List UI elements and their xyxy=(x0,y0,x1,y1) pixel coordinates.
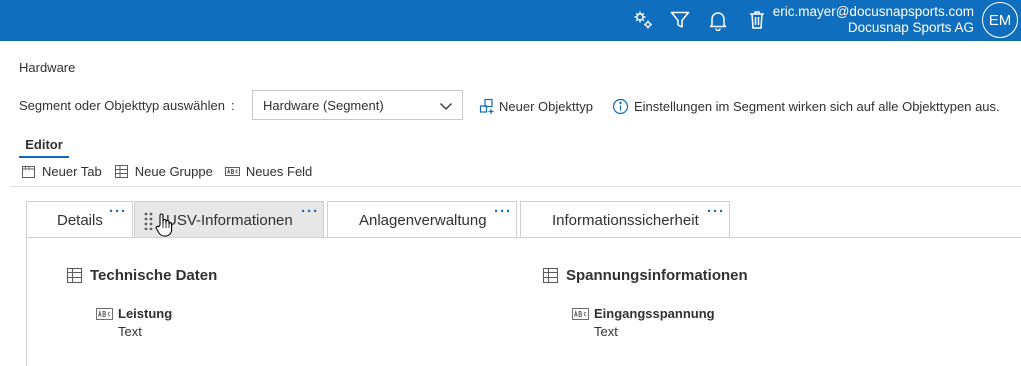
text-field-icon xyxy=(224,166,240,176)
new-tab-button[interactable]: Neuer Tab xyxy=(21,164,102,179)
group-technische-daten[interactable]: Technische Daten xyxy=(66,267,217,284)
info-text: Einstellungen im Segment wirken sich auf… xyxy=(634,98,1000,114)
editor-toolbar: Neuer Tab Neue Gruppe Neues Feld xyxy=(21,161,324,181)
top-bar: eric.mayer@docusnapsports.com Docusnap S… xyxy=(0,0,1021,41)
new-tab-icon xyxy=(22,165,35,178)
field-type: Text xyxy=(118,324,142,339)
tab-usv-informationen[interactable]: USV-Informationen ··· xyxy=(134,201,324,238)
user-email: eric.mayer@docusnapsports.com xyxy=(772,4,974,19)
tab-anlagenverwaltung[interactable]: Anlagenverwaltung ··· xyxy=(327,201,517,238)
breadcrumb: Hardware xyxy=(19,60,76,75)
field-type: Text xyxy=(594,324,618,339)
tab-more-button[interactable]: ··· xyxy=(301,203,319,220)
new-field-label: Neues Feld xyxy=(245,163,313,179)
tab-label: Anlagenverwaltung xyxy=(359,212,487,229)
tab-label: Informationssicherheit xyxy=(552,212,699,229)
new-group-icon xyxy=(114,164,128,178)
field-eingangsspannung[interactable]: Eingangsspannung Text xyxy=(572,306,715,339)
drag-handle-icon[interactable] xyxy=(144,212,153,230)
group-spannungsinformationen[interactable]: Spannungsinformationen xyxy=(542,267,748,284)
new-group-button[interactable]: Neue Gruppe xyxy=(114,164,213,179)
text-field-icon xyxy=(572,307,589,320)
segment-select-value: Hardware (Segment) xyxy=(263,98,384,113)
group-title: Technische Daten xyxy=(90,267,218,284)
segment-label-colon: : xyxy=(231,98,235,113)
field-name: Leistung xyxy=(118,306,173,321)
info-message: Einstellungen im Segment wirken sich auf… xyxy=(612,96,1000,116)
settings-gears-icon[interactable] xyxy=(632,9,654,31)
group-title: Spannungsinformationen xyxy=(566,267,748,284)
segment-label: Segment oder Objekttyp auswählen xyxy=(19,98,225,113)
tab-label: USV-Informationen xyxy=(166,212,293,229)
new-object-type-label: Neuer Objekttyp xyxy=(499,98,593,114)
add-object-type-icon xyxy=(479,98,494,114)
tab-more-button[interactable]: ··· xyxy=(109,203,127,220)
tab-label: Details xyxy=(57,212,103,229)
new-tab-label: Neuer Tab xyxy=(42,163,102,179)
chevron-down-icon xyxy=(440,103,452,110)
segment-select[interactable]: Hardware (Segment) xyxy=(252,90,463,120)
tab-more-button[interactable]: ··· xyxy=(494,203,512,220)
tab-details[interactable]: Details ··· xyxy=(26,201,133,238)
bell-icon[interactable] xyxy=(707,9,729,31)
company-name: Docusnap Sports AG xyxy=(847,20,974,35)
group-icon xyxy=(66,267,83,284)
new-field-button[interactable]: Neues Feld xyxy=(224,163,313,179)
toolbar-divider xyxy=(10,186,1021,187)
user-info: eric.mayer@docusnapsports.com Docusnap S… xyxy=(773,4,974,36)
filter-icon[interactable] xyxy=(669,9,691,31)
info-icon xyxy=(612,98,629,114)
trash-icon[interactable] xyxy=(746,9,768,31)
field-leistung[interactable]: Leistung Text xyxy=(96,306,172,339)
new-object-type-button[interactable]: Neuer Objekttyp xyxy=(478,96,593,116)
text-field-icon xyxy=(96,307,113,320)
tab-informationssicherheit[interactable]: Informationssicherheit ··· xyxy=(520,201,730,238)
avatar[interactable]: EM xyxy=(982,2,1018,38)
tab-more-button[interactable]: ··· xyxy=(707,203,725,220)
tab-content-panel: Technische Daten Leistung Text Spannungs… xyxy=(26,237,1021,366)
field-name: Eingangsspannung xyxy=(594,306,715,321)
new-group-label: Neue Gruppe xyxy=(134,163,213,179)
group-icon xyxy=(542,267,559,284)
tab-editor[interactable]: Editor xyxy=(19,137,69,158)
